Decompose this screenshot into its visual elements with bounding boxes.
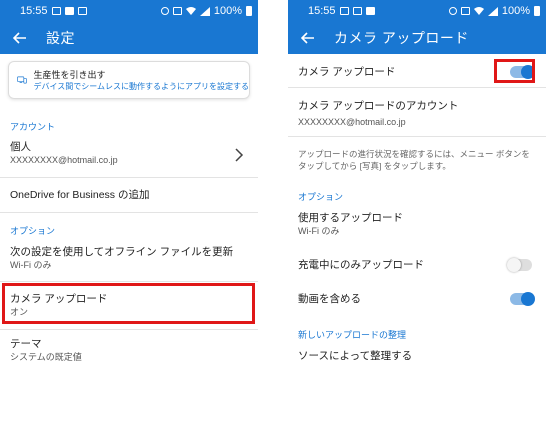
upload-account-item[interactable]: カメラ アップロードのアカウント XXXXXXXX@hotmail.co.jp [288,99,546,128]
camera-upload-screen: 15:55 100% カメラ アップロード カメラ アップロード カメラ アップ… [288,0,546,444]
camera-upload-toggle[interactable] [510,65,535,79]
app-bar: カメラ アップロード [288,22,546,54]
progress-hint-text: アップロードの進行状況を確認するには、メニュー ボタンをタップしてから [写真]… [298,149,530,171]
status-time: 15:55 [308,5,336,17]
camera-upload-toggle-row[interactable]: カメラ アップロード [288,65,546,79]
toggle-knob [507,258,521,272]
upload-account-email: XXXXXXXX@hotmail.co.jp [298,117,406,127]
page-title: 設定 [46,30,75,46]
camera-upload-label: カメラ アップロード [298,66,396,78]
offline-title: 次の設定を使用してオフライン ファイルを更新 [10,246,234,258]
notification-icon [64,7,74,15]
divider [288,87,546,88]
offline-sub: Wi-Fi のみ [10,260,52,270]
theme-title: テーマ [10,338,42,350]
link-icon [160,7,169,15]
settings-screen: 15:55 100% 設定 生産性を引き出す デバイス間でシームレスに動作するよ… [0,0,258,444]
status-bar: 15:55 100% [288,0,546,22]
charging-only-toggle[interactable] [507,258,532,272]
arrow-left-icon [301,32,314,44]
gallery-icon [339,7,349,15]
wifi-icon [473,6,484,15]
page-title: カメラ アップロード [334,30,469,46]
message-icon [77,7,87,15]
arrow-left-icon [13,32,26,44]
section-options: オプション [298,192,344,202]
divider [288,136,546,137]
camera-upload-status: オン [10,307,29,317]
battery-icon [534,6,540,16]
back-button[interactable] [298,28,318,48]
signal-icon [487,6,498,16]
linkedin-icon [365,7,375,15]
chevron-right-icon [235,148,244,162]
include-video-toggle[interactable] [510,292,535,306]
promo-link[interactable]: デバイス間でシームレスに動作するようにアプリを設定する [33,81,249,92]
theme-item[interactable]: テーマ システムの既定値 [0,337,258,363]
gallery-icon [51,7,61,15]
productivity-card[interactable]: 生産性を引き出す デバイス間でシームレスに動作するようにアプリを設定する [8,61,250,99]
section-organize: 新しいアップロードの整理 [298,330,407,340]
include-video-row[interactable]: 動画を含める [288,292,546,306]
offline-files-item[interactable]: 次の設定を使用してオフライン ファイルを更新 Wi-Fi のみ [0,245,258,271]
include-video-label: 動画を含める [298,293,361,305]
camera-upload-item[interactable]: カメラ アップロード オン [0,292,258,318]
mute-icon [172,7,182,15]
organize-by-source-label: ソースによって整理する [298,350,413,362]
wifi-icon [185,6,196,15]
promo-title: 生産性を引き出す [33,69,106,80]
battery-percent: 100% [501,5,530,17]
toggle-knob [521,65,535,79]
status-time: 15:55 [20,5,48,17]
toggle-knob [521,292,535,306]
app-bar: 設定 [0,22,258,54]
add-business-label: OneDrive for Business の追加 [10,189,150,201]
charging-only-row[interactable]: 充電中にのみアップロード [288,258,546,272]
message-icon [352,7,362,15]
right-header: 15:55 100% カメラ アップロード [288,0,546,54]
use-upload-item[interactable]: 使用するアップロード Wi-Fi のみ [288,211,546,237]
organize-by-source-item[interactable]: ソースによって整理する [288,349,546,363]
add-business-item[interactable]: OneDrive for Business の追加 [0,188,258,202]
battery-icon [246,6,252,16]
account-personal-item[interactable]: 個人 XXXXXXXX@hotmail.co.jp [0,140,258,166]
use-upload-title: 使用するアップロード [298,212,403,224]
account-email: XXXXXXXX@hotmail.co.jp [10,155,118,165]
status-bar: 15:55 100% [0,0,258,22]
divider [0,177,258,178]
section-account: アカウント [10,122,56,132]
upload-account-title: カメラ アップロードのアカウント [298,100,459,112]
divider [0,212,258,213]
theme-sub: システムの既定値 [10,352,82,362]
divider [0,329,258,330]
devices-icon [17,76,27,84]
left-header: 15:55 100% 設定 [0,0,258,54]
mute-icon [460,7,470,15]
link-icon [448,7,457,15]
camera-upload-title: カメラ アップロード [10,293,108,305]
section-options: オプション [10,226,56,236]
divider [0,281,258,282]
back-button[interactable] [10,28,30,48]
account-title: 個人 [10,141,31,153]
battery-percent: 100% [213,5,242,17]
signal-icon [199,6,210,16]
use-upload-sub: Wi-Fi のみ [298,226,340,236]
